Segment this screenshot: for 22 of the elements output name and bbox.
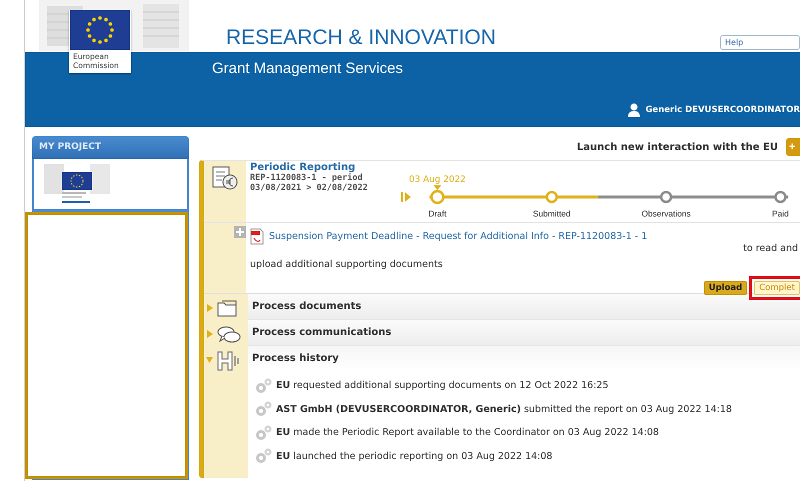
- site-title: RESEARCH & INNOVATION: [226, 26, 496, 50]
- step-label: Submitted: [532, 208, 570, 219]
- upload-button[interactable]: Upload: [704, 281, 748, 295]
- sidebar-title: MY PROJECT: [32, 136, 189, 159]
- history-entry: EU made the Periodic Report available to the Coordinator on 03 Aug 2022 14:08: [276, 427, 659, 438]
- task-description: upload additional supporting documents: [250, 259, 444, 270]
- user-name[interactable]: Generic DEVUSERCOORDINATOR: [645, 105, 800, 115]
- help-field[interactable]: Help: [720, 35, 800, 50]
- history-entry: EU launched the periodic reporting on 03 Aug 2022 14:08: [276, 450, 552, 462]
- section-header[interactable]: Process history: [248, 346, 800, 371]
- task-note: to read and: [743, 243, 799, 254]
- step-label: Paid: [772, 208, 789, 219]
- step-date: 03 Aug 2022: [408, 175, 466, 186]
- history-entry: AST GmbH (DEVUSERCOORDINATOR, Generic) submitted the report on 03 Aug 2022 14:18: [276, 404, 732, 415]
- site-subtitle: Grant Management Services: [212, 60, 404, 77]
- history-entry: EU requested additional supporting documents on 12 Oct 2022 16:25: [276, 380, 609, 392]
- document-link[interactable]: Suspension Payment Deadline - Request for Additional Info - REP-1120083-1 - 1: [269, 231, 648, 242]
- step-label: Draft: [428, 208, 446, 219]
- process-title-link[interactable]: Periodic Reporting: [250, 162, 398, 173]
- step-label: Observations: [641, 208, 691, 219]
- process-period: REP-1120083-1 - period 03/08/2021 > 02/08/2022: [250, 173, 369, 193]
- launch-label: Launch new interaction with the EU: [576, 142, 778, 152]
